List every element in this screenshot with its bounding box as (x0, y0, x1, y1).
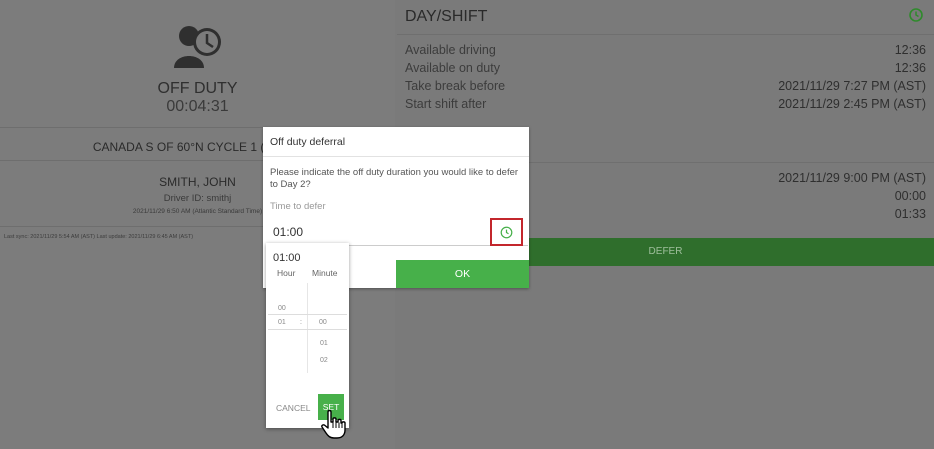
available-driving-label: Available driving (405, 43, 496, 57)
ok-button[interactable]: OK (396, 260, 529, 288)
driver-clock-icon (174, 26, 221, 68)
duty-status-label: OFF DUTY (157, 80, 238, 97)
deferral-remaining-value: 01:33 (894, 207, 926, 221)
divider (397, 34, 934, 35)
deferral-datetime-value: 2021/11/29 9:00 PM (AST) (778, 171, 926, 185)
dialog-question: Please indicate the off duty duration yo… (270, 167, 519, 190)
picker-cancel-button[interactable]: CANCEL (276, 403, 310, 413)
hour-option-selected[interactable]: 01 (278, 319, 286, 326)
clock-icon (500, 226, 513, 239)
take-break-value: 2021/11/29 7:27 PM (AST) (778, 79, 926, 93)
duty-status-timer: 00:04:31 (166, 98, 229, 115)
open-time-picker-button[interactable] (490, 218, 523, 246)
time-to-defer-label: Time to defer (270, 201, 326, 212)
divider (263, 156, 529, 157)
hour-option[interactable]: 00 (278, 305, 286, 312)
time-picker: 01:00 Hour Minute 00 01 : 00 01 02 CANCE… (266, 243, 349, 428)
clock-icon[interactable] (908, 7, 924, 23)
available-on-duty-label: Available on duty (405, 61, 500, 75)
available-driving-value: 12:36 (894, 43, 926, 57)
time-to-defer-value: 01:00 (273, 225, 304, 239)
deferral-time-value: 00:00 (894, 189, 926, 203)
start-shift-value: 2021/11/29 2:45 PM (AST) (778, 97, 926, 111)
take-break-label: Take break before (405, 79, 506, 93)
minute-option[interactable]: 01 (320, 340, 328, 347)
minute-header: Minute (312, 268, 338, 278)
available-on-duty-value: 12:36 (894, 61, 926, 75)
day-shift-title: DAY/SHIFT (405, 8, 488, 25)
hand-cursor-icon (321, 409, 346, 439)
time-separator: : (300, 319, 302, 326)
dialog-title: Off duty deferral (270, 136, 346, 148)
hour-header: Hour (277, 268, 296, 278)
picker-current-value: 01:00 (273, 252, 301, 264)
start-shift-label: Start shift after (405, 97, 487, 111)
minute-option-selected[interactable]: 00 (319, 319, 327, 326)
minute-option[interactable]: 02 (320, 357, 328, 364)
sync-info: Last sync: 2021/11/29 5:54 AM (AST) Last… (4, 234, 194, 240)
